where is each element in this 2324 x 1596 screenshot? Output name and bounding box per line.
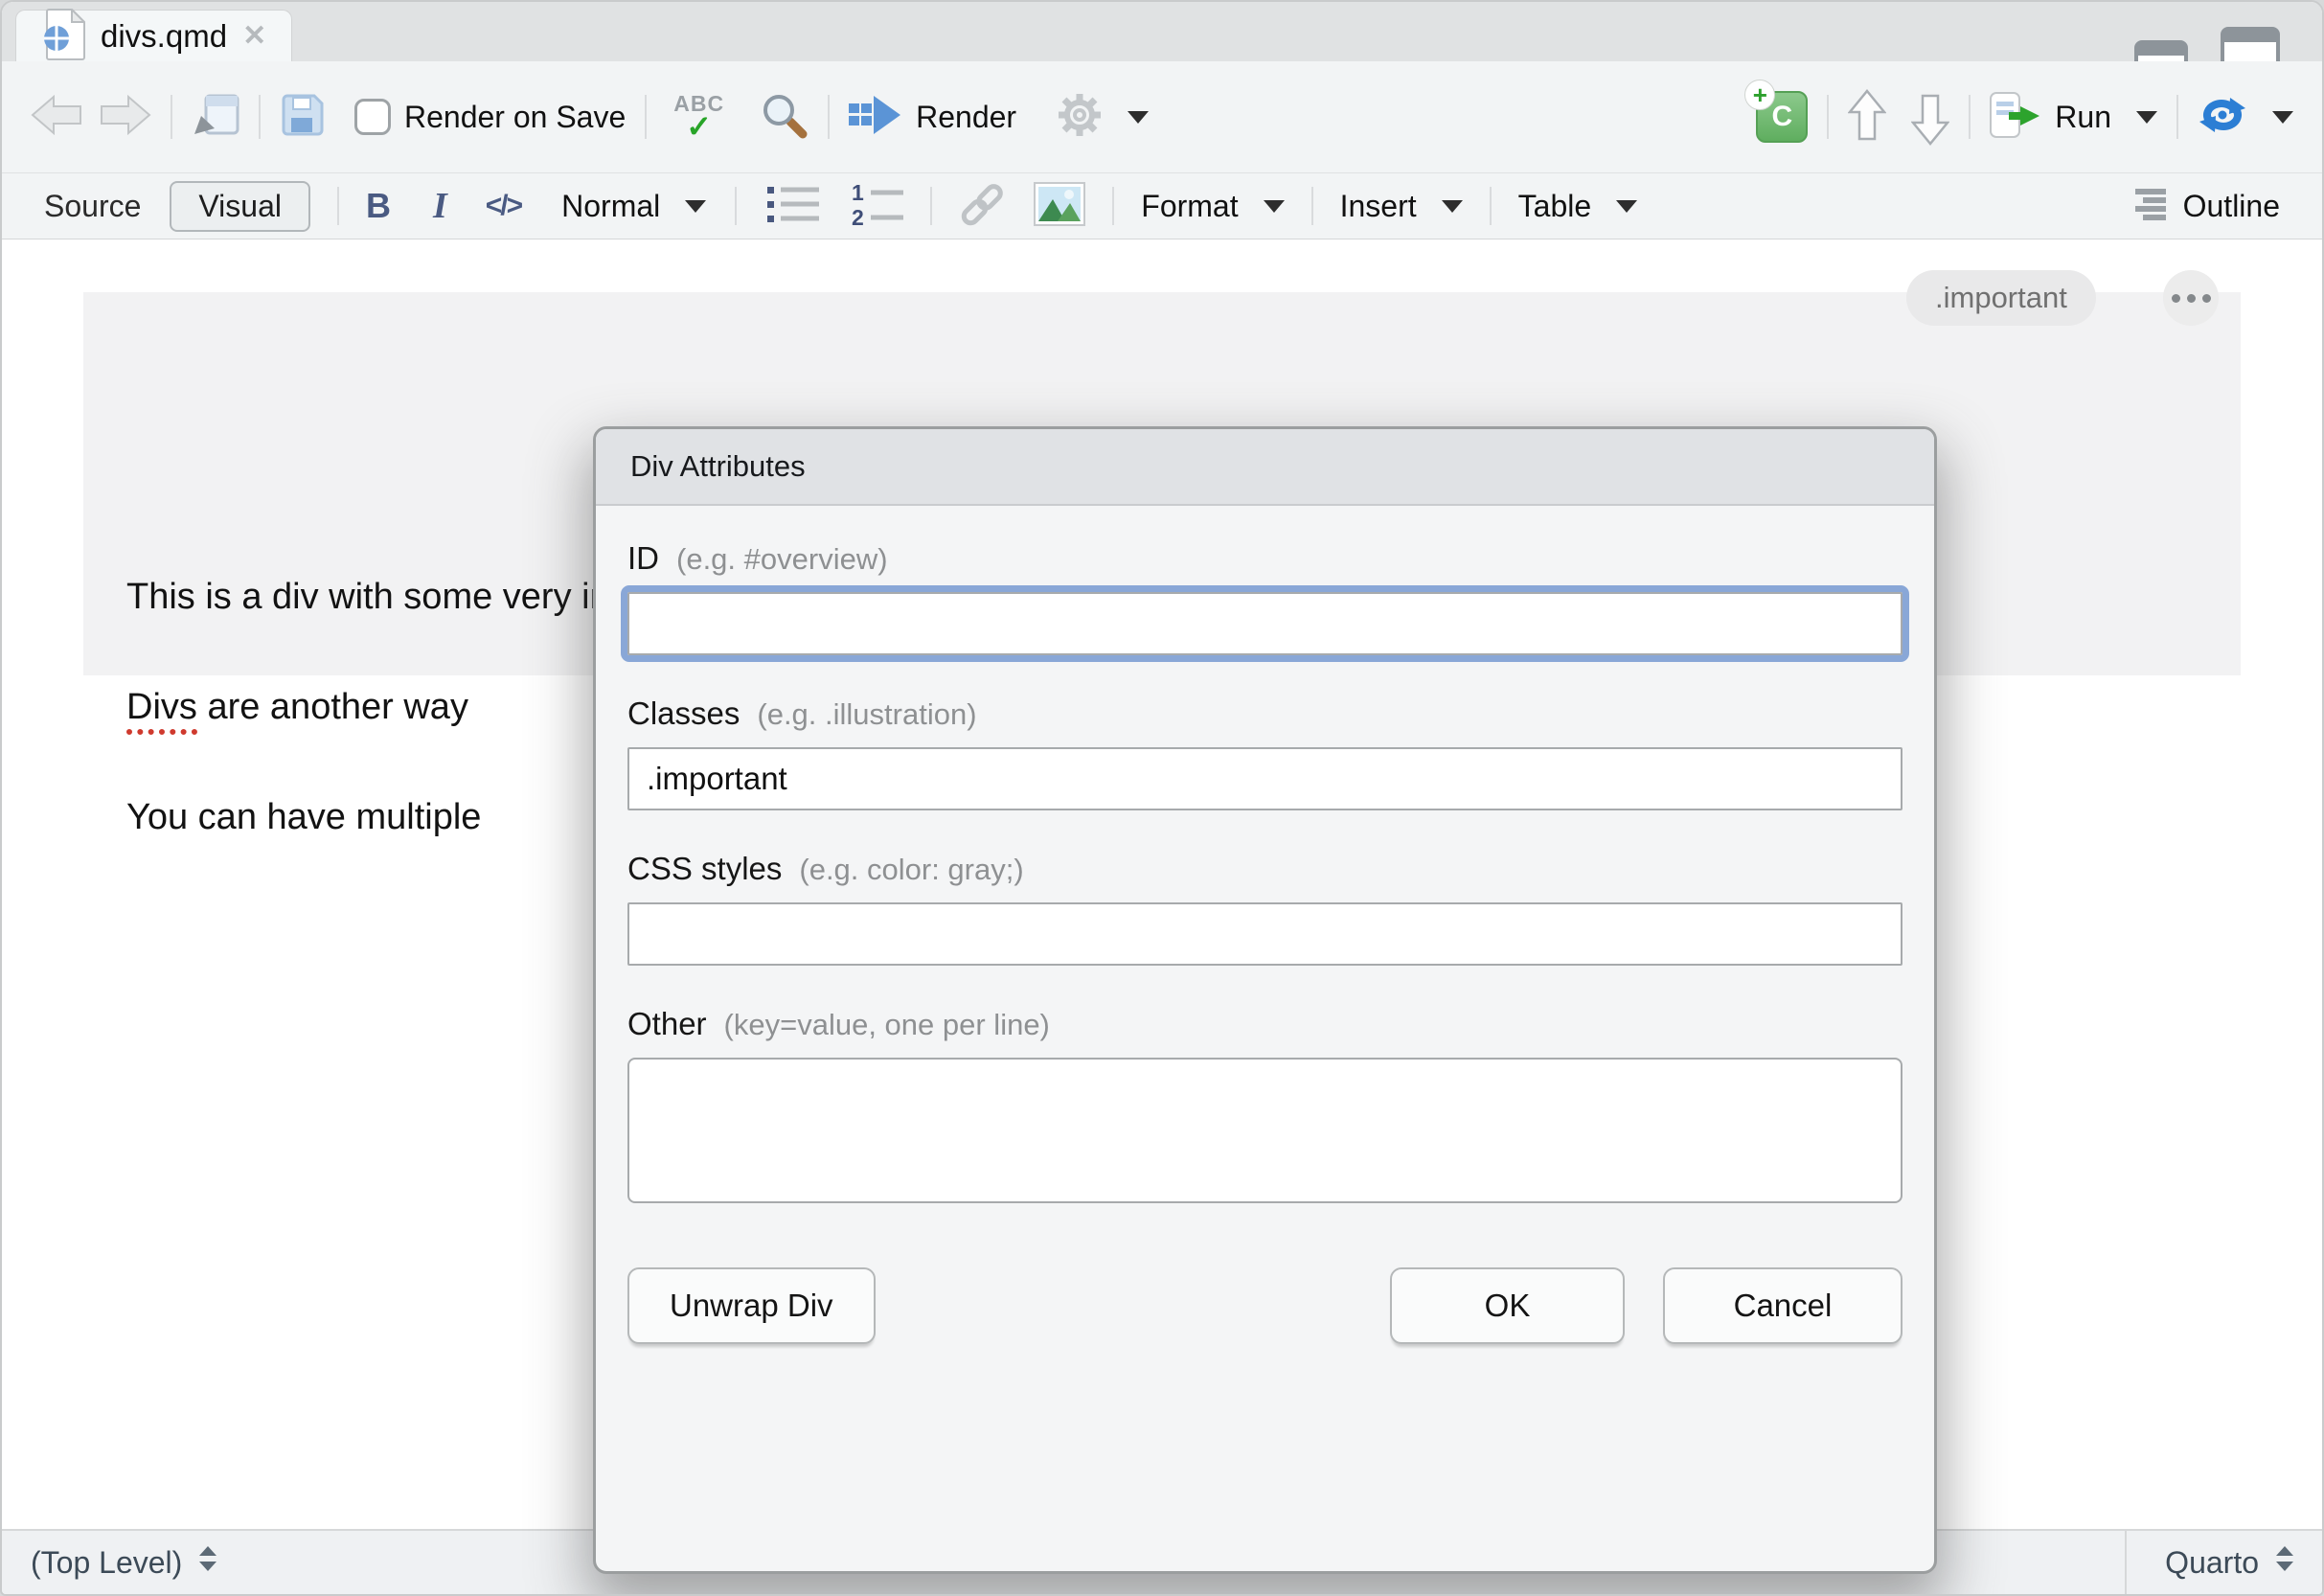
misspelled-word[interactable]: Divs — [126, 687, 197, 735]
outline-button[interactable]: Outline — [2131, 185, 2280, 228]
render-label: Render — [916, 100, 1016, 135]
gear-icon — [1057, 92, 1103, 143]
chevron-down-icon — [1442, 200, 1463, 213]
run-icon — [1990, 92, 2041, 143]
other-field-label: Other (key=value, one per line) — [627, 1006, 1902, 1042]
separator — [735, 187, 737, 225]
chevron-down-icon — [2136, 111, 2157, 124]
id-field-label: ID (e.g. #overview) — [627, 540, 1902, 577]
open-in-new-window-icon[interactable] — [192, 93, 239, 142]
numbered-list-icon[interactable]: 1 2 — [850, 182, 905, 231]
css-styles-field-label: CSS styles (e.g. color: gray;) — [627, 851, 1902, 887]
rerun-source-button[interactable] — [2198, 94, 2293, 141]
code-button[interactable]: </> — [486, 190, 521, 222]
run-label: Run — [2055, 100, 2111, 135]
separator — [1112, 187, 1114, 225]
outline-icon — [2131, 185, 2170, 228]
separator — [930, 187, 932, 225]
italic-button[interactable]: I — [433, 185, 447, 227]
link-icon[interactable] — [957, 178, 1009, 235]
render-icon — [849, 94, 902, 141]
quarto-file-icon — [41, 9, 85, 65]
paragraph[interactable]: You can have multiple — [126, 797, 481, 838]
table-menu[interactable]: Table — [1518, 189, 1638, 224]
back-icon[interactable] — [31, 94, 84, 141]
dialog-title: Div Attributes — [596, 429, 1934, 506]
css-styles-input[interactable] — [627, 902, 1902, 966]
ok-button[interactable]: OK — [1390, 1267, 1625, 1344]
separator — [828, 95, 830, 139]
tab-visual-mode[interactable]: Visual — [170, 181, 310, 232]
separator — [2176, 95, 2178, 139]
other-textarea[interactable] — [627, 1058, 1902, 1203]
insert-menu[interactable]: Insert — [1340, 189, 1463, 224]
separator — [259, 95, 261, 139]
bullet-list-icon[interactable] — [765, 182, 821, 231]
separator — [337, 187, 339, 225]
id-input[interactable] — [627, 592, 1902, 655]
cancel-button[interactable]: Cancel — [1663, 1267, 1902, 1344]
bold-button[interactable]: B — [366, 186, 391, 226]
run-button[interactable]: Run — [1990, 92, 2157, 143]
up-down-chevron-icon — [2274, 1544, 2295, 1581]
format-menu[interactable]: Format — [1141, 189, 1284, 224]
render-on-save-label[interactable]: Render on Save — [404, 100, 626, 135]
tab-source-mode[interactable]: Source — [44, 189, 141, 224]
up-down-chevron-icon — [197, 1544, 218, 1581]
chevron-down-icon — [1264, 200, 1285, 213]
format-toolbar: Source Visual B I </> Normal 1 2 — [2, 172, 2322, 239]
svg-text:2: 2 — [852, 205, 864, 226]
go-to-next-chunk-icon[interactable] — [1911, 89, 1949, 146]
search-icon[interactable] — [759, 90, 809, 145]
svg-text:1: 1 — [852, 182, 864, 205]
separator — [645, 95, 647, 139]
chevron-down-icon — [1616, 200, 1637, 213]
insert-chunk-icon[interactable]: C + — [1756, 91, 1808, 143]
separator — [1827, 95, 1829, 139]
render-options-button[interactable] — [1057, 92, 1149, 143]
tab-divs-qmd[interactable]: divs.qmd ✕ — [15, 10, 292, 62]
chevron-down-icon — [2272, 111, 2293, 124]
go-to-previous-chunk-icon[interactable] — [1848, 89, 1886, 146]
div-attributes-dialog: Div Attributes ID (e.g. #overview) Class… — [593, 426, 1937, 1574]
rstudio-source-pane: divs.qmd ✕ — [0, 0, 2324, 1596]
spellcheck-icon[interactable]: ABC ✓ — [673, 93, 724, 142]
outline-level-selector[interactable]: (Top Level) — [2, 1544, 218, 1581]
main-toolbar: Render on Save ABC ✓ — [2, 61, 2322, 172]
sync-arrows-icon — [2198, 94, 2247, 141]
chevron-down-icon — [685, 200, 706, 213]
separator — [171, 95, 172, 139]
forward-icon[interactable] — [98, 94, 151, 141]
render-on-save-checkbox[interactable] — [354, 99, 391, 135]
div-options-button[interactable] — [2163, 270, 2219, 326]
div-class-badge[interactable]: .important — [1906, 270, 2096, 326]
save-icon[interactable] — [280, 92, 326, 143]
paragraph-style-dropdown[interactable]: Normal — [561, 189, 706, 224]
ellipsis-icon — [2172, 294, 2180, 303]
tab-title: divs.qmd — [101, 18, 227, 55]
document-format-selector[interactable]: Quarto — [2125, 1531, 2322, 1594]
chevron-down-icon — [1128, 111, 1149, 124]
paragraph[interactable]: Divs are another way — [126, 687, 468, 728]
image-icon[interactable] — [1034, 182, 1085, 231]
classes-field-label: Classes (e.g. .illustration) — [627, 695, 1902, 732]
render-button[interactable]: Render — [849, 94, 1016, 141]
tab-bar: divs.qmd ✕ — [2, 2, 2322, 61]
separator — [1969, 95, 1971, 139]
separator — [1311, 187, 1313, 225]
separator — [1490, 187, 1492, 225]
unwrap-div-button[interactable]: Unwrap Div — [627, 1267, 876, 1344]
classes-input[interactable] — [627, 747, 1902, 810]
tab-close-icon[interactable]: ✕ — [242, 22, 266, 51]
